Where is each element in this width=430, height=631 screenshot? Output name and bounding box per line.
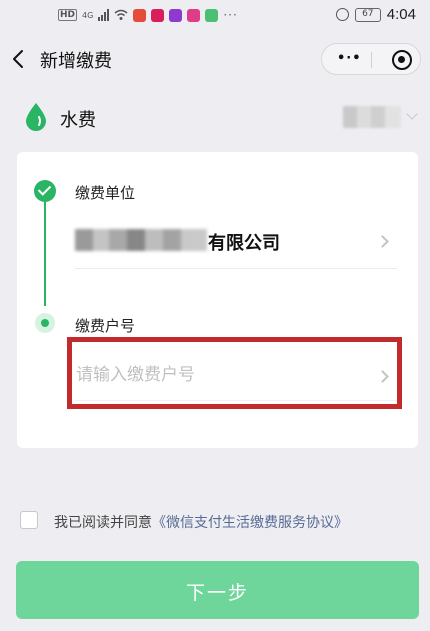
agreement-checkbox[interactable]: [20, 511, 38, 529]
status-left-icons: HD 4G ···: [58, 7, 238, 23]
battery-indicator: 67: [354, 7, 381, 22]
region-selector-blurred[interactable]: [343, 106, 401, 128]
divider: [75, 268, 397, 269]
step-current-dot-icon: [35, 313, 55, 333]
agreement-text: 我已阅读并同意《微信支付生活缴费服务协议》: [54, 512, 348, 532]
divider: [75, 400, 397, 401]
step-complete-check-icon: [34, 180, 56, 202]
company-name[interactable]: 有限公司: [208, 229, 280, 255]
company-name-blurred: [75, 229, 207, 251]
status-bar: HD 4G ··· 67 4:04: [0, 0, 430, 30]
unit-label: 缴费单位: [75, 184, 136, 202]
more-notifications: ···: [223, 8, 238, 22]
chevron-down-icon: [406, 108, 418, 120]
close-miniprogram-button[interactable]: [392, 50, 412, 70]
clock: 4:04: [386, 6, 416, 23]
service-agreement-link[interactable]: 《微信支付生活缴费服务协议》: [152, 515, 348, 531]
service-name: 水费: [60, 110, 96, 131]
service-header: 水费: [0, 98, 430, 138]
hd-badge: HD: [58, 9, 78, 21]
water-drop-icon: [26, 103, 46, 131]
chevron-left-icon: [13, 50, 23, 68]
status-right-icons: 67 4:04: [335, 6, 416, 23]
agreement-prefix: 我已阅读并同意: [54, 515, 152, 531]
next-step-label: 下一步: [185, 582, 249, 604]
alarm-icon: [335, 8, 349, 21]
back-button[interactable]: [10, 47, 28, 71]
network-type: 4G: [82, 10, 94, 20]
wifi-icon: [114, 6, 128, 25]
page-title: 新增缴费: [40, 51, 112, 72]
more-options-button[interactable]: •·•: [337, 52, 362, 65]
signal-icon: [98, 9, 110, 21]
app-notification-icon: [133, 8, 147, 22]
video-app-icon: [151, 8, 165, 22]
capsule-divider: [371, 52, 372, 68]
nav-bar: 新增缴费 •·•: [0, 34, 430, 84]
account-number-input[interactable]: [76, 362, 366, 388]
account-label: 缴费户号: [75, 317, 136, 335]
camera-app-icon: [187, 8, 201, 22]
media-app-icon: [169, 8, 183, 22]
miniprogram-capsule: •·•: [321, 43, 421, 75]
step-connector: [44, 196, 46, 306]
next-step-button[interactable]: 下一步: [16, 561, 419, 619]
game-app-icon: [205, 8, 219, 22]
page: HD 4G ··· 67 4:04 新增缴费 •·• 水费 缴费单位 有限公司 …: [0, 0, 430, 631]
